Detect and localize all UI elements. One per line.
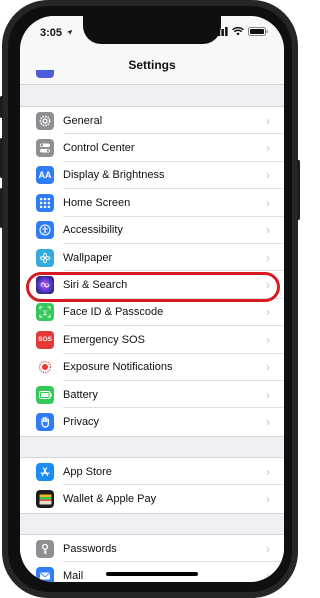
- settings-row-exposure[interactable]: Exposure Notifications ›: [20, 354, 284, 381]
- chevron-right-icon: ›: [266, 360, 270, 375]
- exposure-icon: [36, 358, 54, 377]
- settings-row-label: Home Screen: [63, 196, 131, 209]
- settings-row-label: Face ID & Passcode: [63, 306, 164, 319]
- settings-row-home-screen[interactable]: Home Screen ›: [20, 189, 284, 217]
- partial-icon: [36, 70, 54, 78]
- status-icons: [214, 27, 268, 36]
- status-time: 3:05: [40, 27, 73, 39]
- settings-row-battery[interactable]: Battery ›: [20, 381, 284, 409]
- settings-row-wallet[interactable]: Wallet & Apple Pay ›: [20, 485, 284, 512]
- settings-row-label: General: [63, 114, 103, 127]
- side-button: [297, 160, 300, 220]
- settings-row-wallpaper[interactable]: Wallpaper ›: [20, 244, 284, 272]
- settings-row-display[interactable]: AA Display & Brightness ›: [20, 162, 284, 190]
- settings-row-label: Emergency SOS: [63, 333, 145, 346]
- chevron-right-icon: ›: [266, 414, 270, 429]
- settings-row-label: Accessibility: [63, 224, 123, 237]
- chevron-right-icon: ›: [266, 492, 270, 507]
- accessibility-icon: [36, 221, 54, 240]
- gear-icon: [36, 111, 54, 130]
- battery-icon: [36, 385, 54, 404]
- battery-status-icon: [248, 27, 268, 36]
- volume-up-button: [0, 138, 3, 178]
- grid-icon: [36, 193, 54, 212]
- home-indicator: [106, 572, 198, 576]
- wifi-icon: [232, 27, 244, 36]
- chevron-right-icon: ›: [266, 168, 270, 183]
- settings-row-label: Privacy: [63, 415, 100, 428]
- hand-icon: [36, 412, 54, 431]
- mail-icon: [36, 567, 54, 582]
- chevron-right-icon: ›: [266, 141, 270, 156]
- settings-row-passwords[interactable]: Passwords ›: [20, 535, 284, 563]
- chevron-right-icon: ›: [266, 464, 270, 479]
- location-arrow-icon: [66, 29, 73, 36]
- chevron-right-icon: ›: [266, 332, 270, 347]
- settings-row-label: Control Center: [63, 142, 135, 155]
- phone-frame: Settings 3:05 General › Control Center ›…: [0, 0, 300, 598]
- notch: [83, 16, 221, 44]
- settings-row-control-center[interactable]: Control Center ›: [20, 134, 284, 162]
- settings-row-emergency-sos[interactable]: SOS Emergency SOS ›: [20, 326, 284, 354]
- settings-row-app-store[interactable]: App Store ›: [20, 458, 284, 486]
- sos-icon: SOS: [36, 330, 54, 349]
- scrolled-row: [20, 64, 284, 84]
- settings-row-label: Wallpaper: [63, 251, 113, 264]
- settings-row-label: Exposure Notifications: [63, 361, 173, 374]
- settings-row-accessibility[interactable]: Accessibility ›: [20, 217, 284, 244]
- mute-switch: [0, 96, 3, 118]
- settings-row-privacy[interactable]: Privacy ›: [20, 408, 284, 435]
- settings-row-label: App Store: [63, 465, 112, 478]
- chevron-right-icon: ›: [266, 387, 270, 402]
- face-id-icon: [36, 303, 54, 322]
- settings-row-label: Passwords: [63, 542, 117, 555]
- settings-row-label: Mail: [63, 570, 84, 582]
- chevron-right-icon: ›: [266, 250, 270, 265]
- chevron-right-icon: ›: [266, 223, 270, 238]
- chevron-right-icon: ›: [266, 113, 270, 128]
- settings-row-label: Display & Brightness: [63, 169, 165, 182]
- toggles-icon: [36, 139, 54, 158]
- screen: Settings 3:05 General › Control Center ›…: [20, 16, 284, 582]
- key-icon: [36, 539, 54, 558]
- siri-search-highlight-ring: [26, 272, 280, 302]
- flower-icon: [36, 248, 54, 267]
- chevron-right-icon: ›: [266, 569, 270, 582]
- settings-row-face-id[interactable]: Face ID & Passcode ›: [20, 299, 284, 327]
- chevron-right-icon: ›: [266, 305, 270, 320]
- text-size-icon: AA: [36, 166, 54, 185]
- settings-group-store: App Store › Wallet & Apple Pay ›: [20, 457, 284, 514]
- chevron-right-icon: ›: [266, 195, 270, 210]
- chevron-right-icon: ›: [266, 541, 270, 556]
- volume-down-button: [0, 188, 3, 228]
- settings-row-label: Battery: [63, 388, 98, 401]
- settings-row-label: Wallet & Apple Pay: [63, 493, 157, 506]
- app-store-icon: [36, 462, 54, 481]
- wallet-icon: [36, 490, 54, 509]
- settings-row-general[interactable]: General ›: [20, 107, 284, 135]
